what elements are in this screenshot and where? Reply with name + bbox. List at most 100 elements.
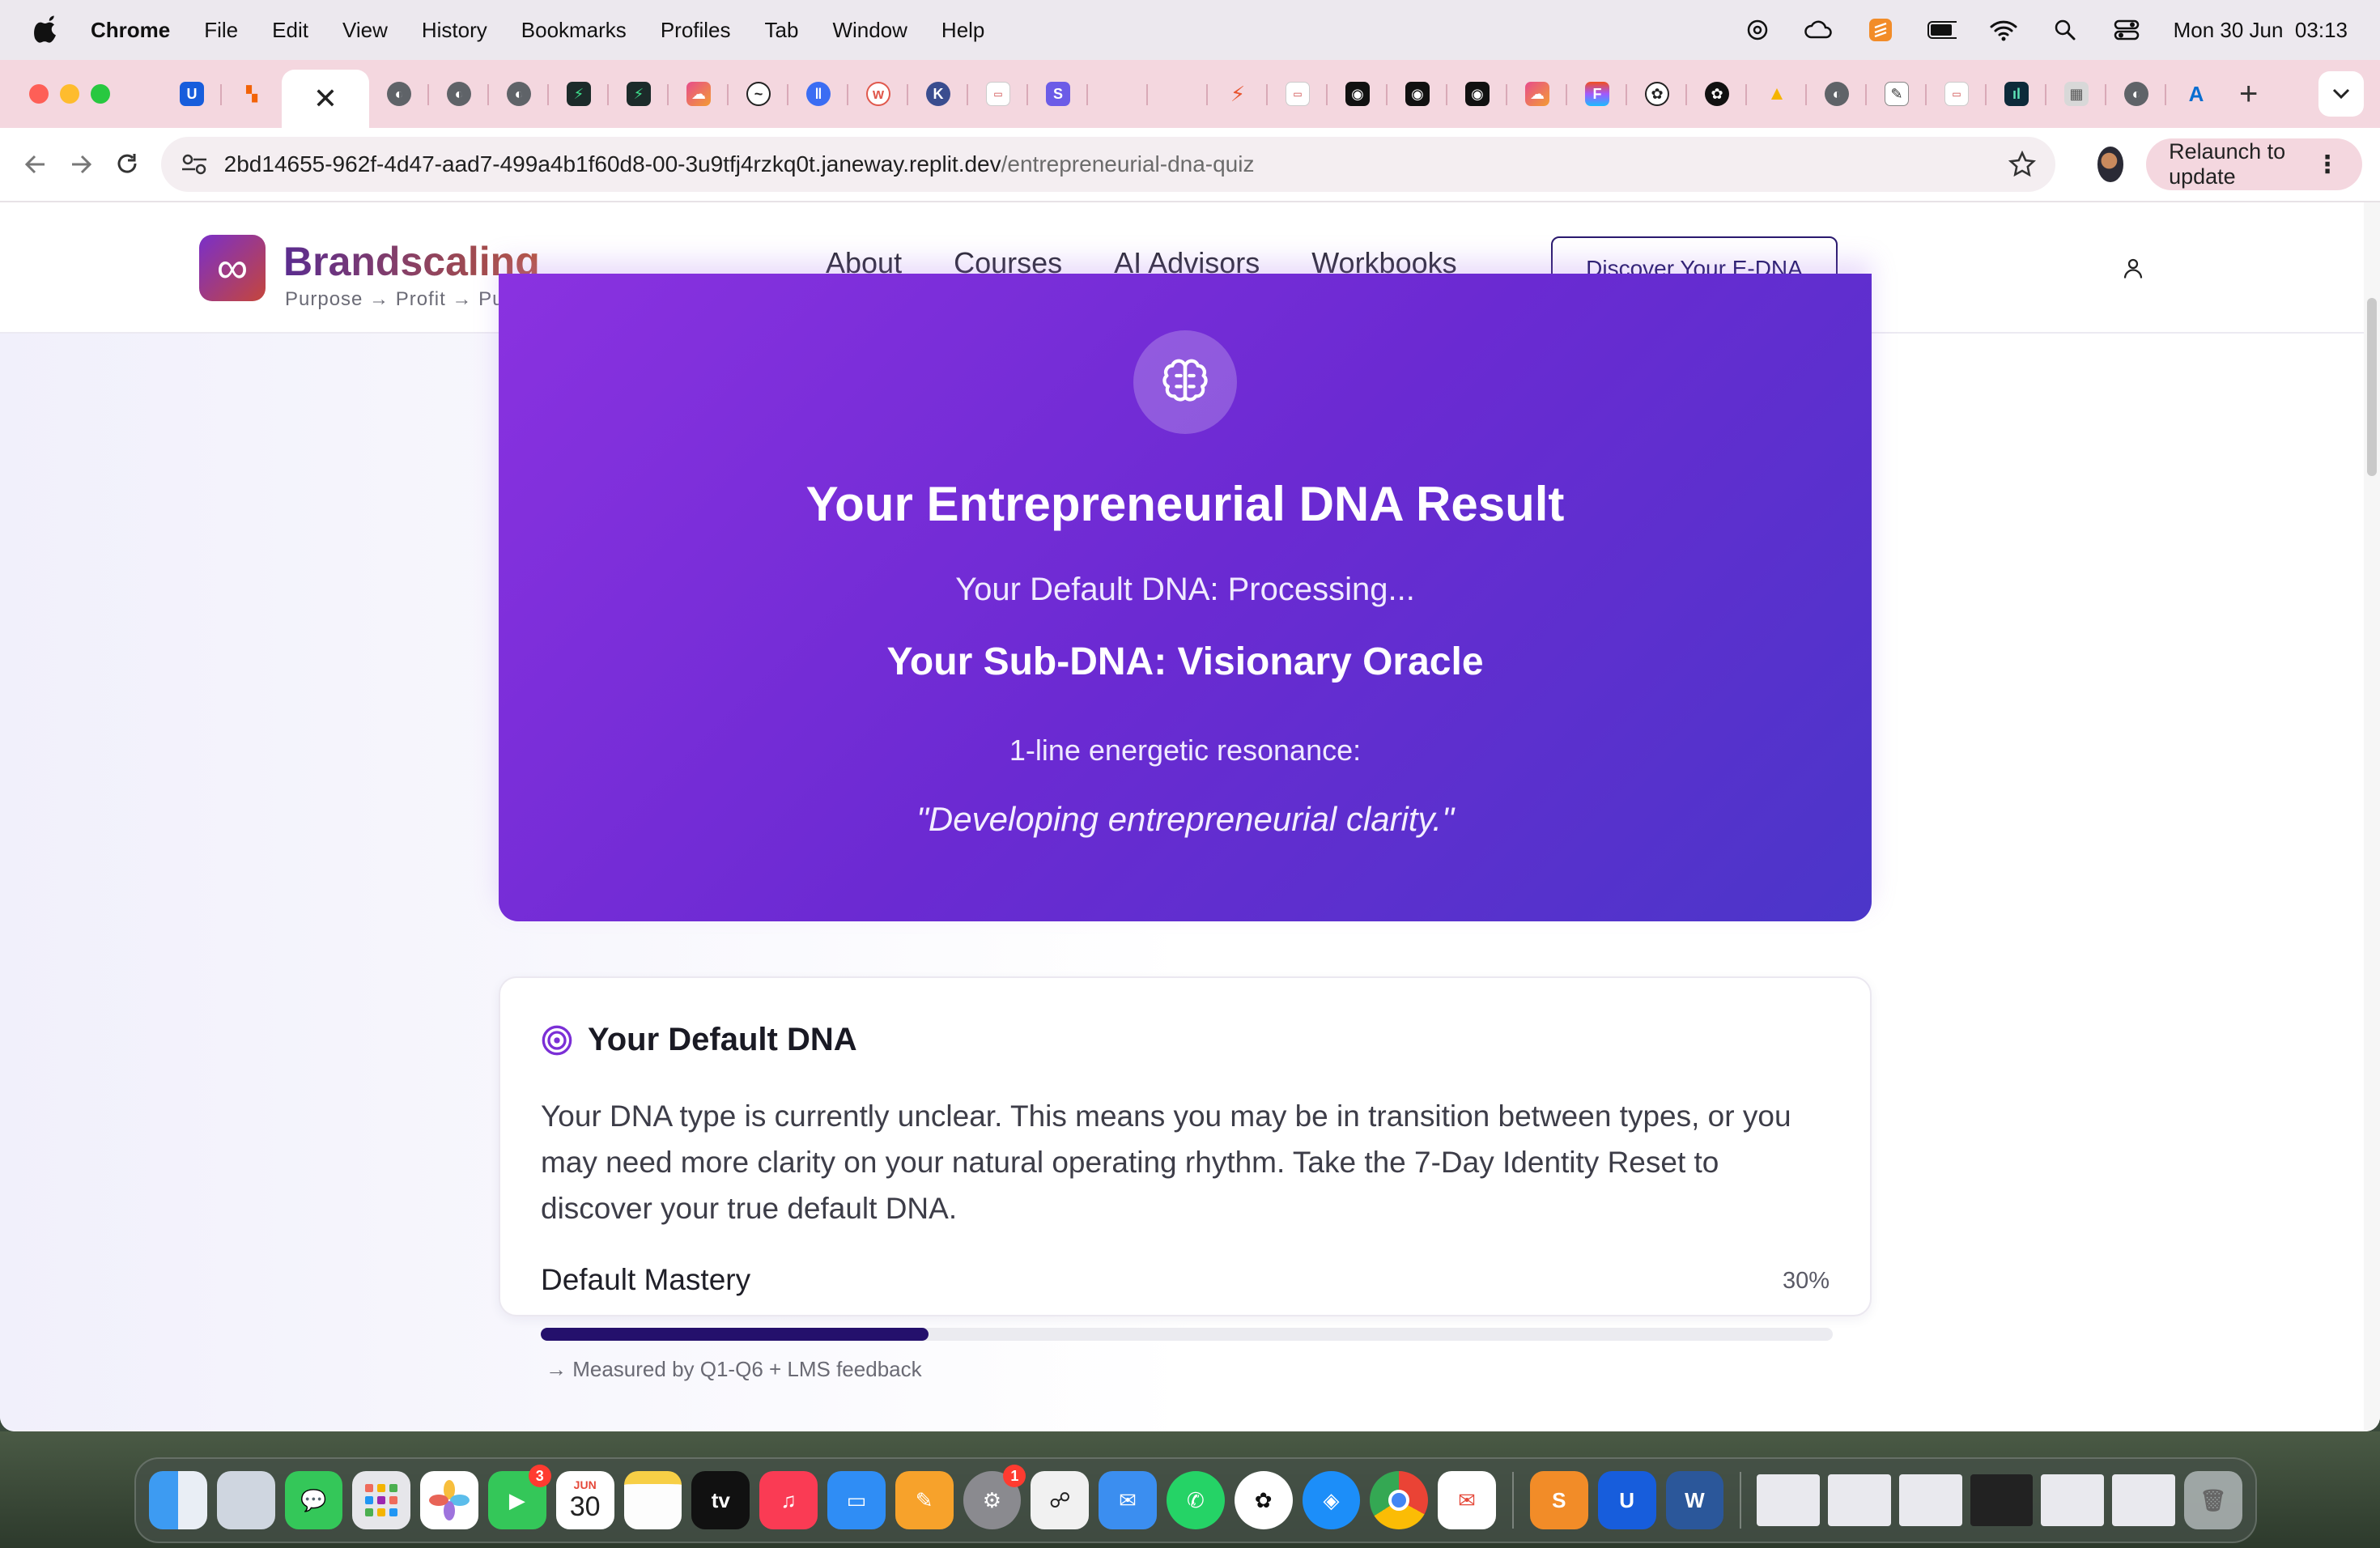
tab-bolt[interactable]: ⚡	[1208, 68, 1268, 120]
control-center-icon[interactable]	[2112, 15, 2141, 45]
tab-globe-4[interactable]: ◐	[1807, 68, 1867, 120]
menubar-clock[interactable]: Mon 30 Jun 03:13	[2174, 18, 2348, 43]
tab-blue-bars[interactable]: ‖	[788, 68, 848, 120]
menu-bookmarks[interactable]: Bookmarks	[521, 18, 627, 43]
scrollbar-thumb[interactable]	[2367, 298, 2377, 476]
tab-cloud-2[interactable]: ☁	[1507, 68, 1567, 120]
facetime-icon[interactable]: ▶ 3	[487, 1465, 551, 1529]
user-account-icon[interactable]	[2121, 256, 2145, 280]
close-tab-icon[interactable]: ✕	[313, 82, 338, 116]
minimized-window-thumb[interactable]	[1757, 1474, 1821, 1526]
keynote-icon[interactable]: ▭	[827, 1471, 886, 1529]
menu-window[interactable]: Window	[832, 18, 907, 43]
brand-logo-icon[interactable]: ∞	[199, 235, 266, 301]
menu-view[interactable]: View	[342, 18, 388, 43]
tab-azure[interactable]: A	[2166, 68, 2226, 120]
tab-globe-2[interactable]: ◐	[429, 68, 489, 120]
tab-bars-dark[interactable]: ıl	[1987, 68, 2046, 120]
back-button[interactable]	[18, 140, 53, 189]
minimized-window-thumb[interactable]	[2041, 1474, 2105, 1526]
tab-globe-1[interactable]: ◐	[369, 68, 429, 120]
menu-help[interactable]: Help	[941, 18, 984, 43]
chatgpt-status-icon[interactable]	[1743, 15, 1772, 45]
tab-gradient-a[interactable]: ▲	[1747, 68, 1807, 120]
tab-search-button[interactable]	[2318, 71, 2364, 117]
mail-icon[interactable]: ✉	[1099, 1471, 1157, 1529]
tab-pulse-1[interactable]: ⚡	[549, 68, 609, 120]
minimized-window-thumb[interactable]	[1828, 1474, 1891, 1526]
tab-bitwarden[interactable]: U	[162, 68, 222, 120]
tab-openai-1[interactable]: ✿	[1627, 68, 1687, 120]
messages-icon[interactable]: 💬	[284, 1471, 343, 1529]
menu-profiles[interactable]: Profiles	[661, 18, 731, 43]
menu-tab[interactable]: Tab	[765, 18, 799, 43]
preview-icon[interactable]	[216, 1471, 275, 1529]
apple-tv-icon[interactable]: tv	[691, 1471, 750, 1529]
deepl-icon[interactable]: ☍	[1031, 1471, 1090, 1529]
sublime-status-icon[interactable]	[1866, 15, 1895, 45]
zoom-window-button[interactable]	[91, 84, 110, 104]
close-window-button[interactable]	[29, 84, 49, 104]
tab-pulse-2[interactable]: ⚡	[609, 68, 669, 120]
tab-doc-3[interactable]: ▭	[1927, 68, 1987, 120]
photos-icon[interactable]	[420, 1471, 478, 1529]
minimized-window-thumb[interactable]	[1970, 1474, 2034, 1526]
menu-history[interactable]: History	[422, 18, 487, 43]
finder-icon[interactable]	[149, 1471, 207, 1529]
wifi-icon[interactable]	[1989, 15, 2018, 45]
spotlight-search-icon[interactable]	[2051, 15, 2080, 45]
new-tab-button[interactable]: +	[2239, 76, 2258, 113]
pages-icon[interactable]: ✎	[895, 1471, 954, 1529]
whatsapp-icon[interactable]: ✆	[1166, 1471, 1225, 1529]
tab-blank-1[interactable]	[1088, 68, 1148, 120]
word-icon[interactable]: W	[1665, 1471, 1724, 1529]
address-bar[interactable]: 2bd14655-962f-4d47-aad7-499a4b1f60d8-00-…	[160, 137, 2055, 192]
sublime-text-icon[interactable]: S	[1529, 1471, 1588, 1529]
tab-globe-5[interactable]: ◐	[2106, 68, 2166, 120]
tab-active[interactable]: ✕	[282, 70, 369, 128]
minimized-window-thumb[interactable]	[2112, 1474, 2176, 1526]
minimize-window-button[interactable]	[60, 84, 79, 104]
notes-icon[interactable]	[623, 1471, 682, 1529]
site-settings-icon[interactable]	[181, 152, 208, 176]
tab-cloud[interactable]: ☁	[669, 68, 729, 120]
system-settings-icon[interactable]: ⚙ 1	[963, 1465, 1026, 1529]
bookmark-star-icon[interactable]	[2008, 151, 2036, 178]
music-icon[interactable]: ♫	[759, 1471, 818, 1529]
relaunch-to-update-button[interactable]: Relaunch to update ⋮	[2146, 138, 2362, 190]
safari-icon[interactable]: ◈	[1302, 1471, 1361, 1529]
tab-owl-3[interactable]: ◉	[1447, 68, 1507, 120]
calendar-icon[interactable]: JUN 30	[555, 1471, 614, 1529]
chatgpt-icon[interactable]: ✿	[1234, 1471, 1293, 1529]
tab-s[interactable]: S	[1028, 68, 1088, 120]
menu-edit[interactable]: Edit	[272, 18, 308, 43]
launchpad-icon[interactable]	[352, 1471, 411, 1529]
tab-owl-2[interactable]: ◉	[1388, 68, 1447, 120]
tab-doc-2[interactable]: ▭	[1268, 68, 1328, 120]
kebab-menu-icon[interactable]: ⋮	[2315, 151, 2340, 179]
tab-k[interactable]: K	[908, 68, 968, 120]
battery-icon[interactable]	[1927, 15, 1957, 45]
tab-replit[interactable]: ▚	[222, 68, 282, 120]
page-scrollbar[interactable]	[2364, 202, 2380, 1431]
menu-app-name[interactable]: Chrome	[91, 18, 170, 43]
tab-globe-3[interactable]: ◐	[489, 68, 549, 120]
chrome-icon[interactable]	[1370, 1471, 1429, 1529]
tab-blank-2[interactable]	[1148, 68, 1208, 120]
tab-openai-2[interactable]: ✿	[1687, 68, 1747, 120]
tab-pen[interactable]: ✎	[1867, 68, 1927, 120]
minimized-window-thumb[interactable]	[1898, 1474, 1962, 1526]
trash-icon[interactable]: 🗑	[2184, 1471, 2242, 1529]
cloud-sync-icon[interactable]	[1804, 15, 1834, 45]
forward-button[interactable]	[63, 140, 99, 189]
menu-file[interactable]: File	[204, 18, 238, 43]
tab-chart[interactable]: ~	[729, 68, 788, 120]
tab-grid[interactable]: ▦	[2046, 68, 2106, 120]
reload-button[interactable]	[108, 140, 144, 189]
apple-menu-icon[interactable]	[32, 15, 60, 45]
bitwarden-icon[interactable]: U	[1597, 1471, 1656, 1529]
tab-owl-1[interactable]: ◉	[1328, 68, 1388, 120]
tab-figma[interactable]: F	[1567, 68, 1627, 120]
profile-avatar[interactable]	[2097, 147, 2124, 182]
tab-doc-1[interactable]: ▭	[968, 68, 1028, 120]
